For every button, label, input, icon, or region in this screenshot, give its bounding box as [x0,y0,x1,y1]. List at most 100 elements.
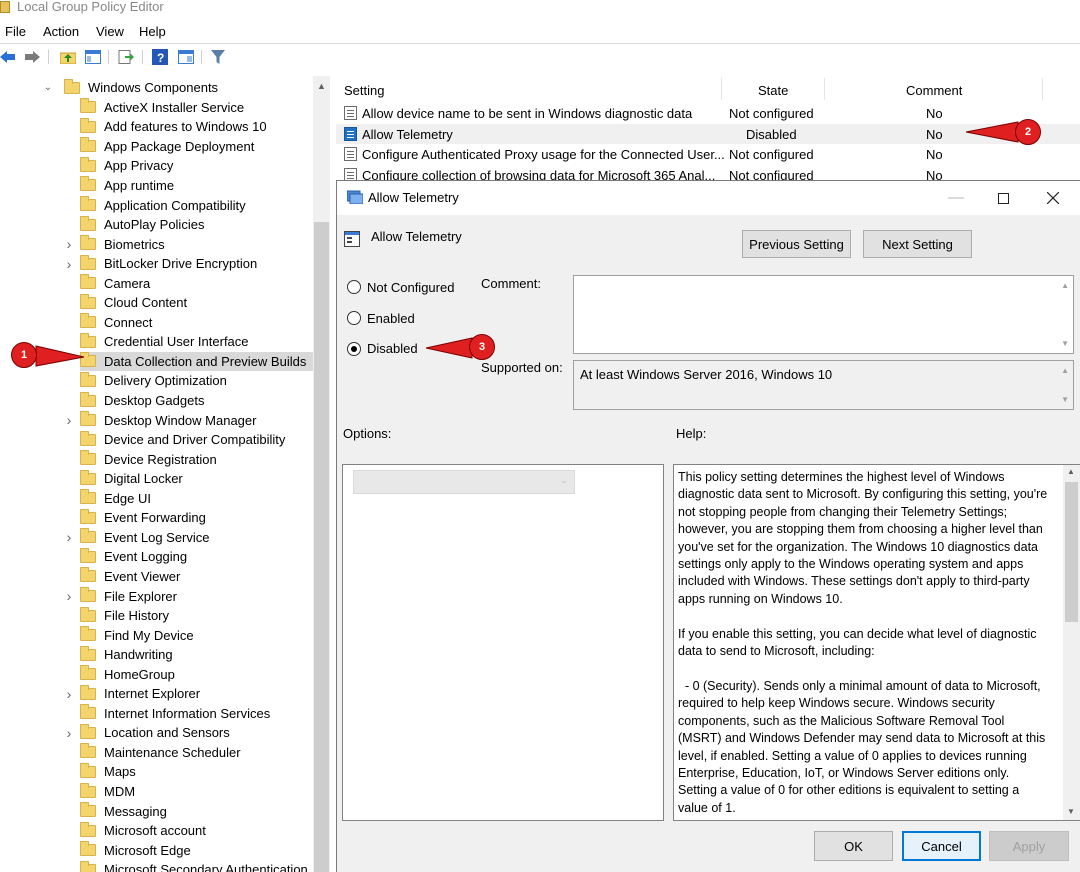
menu-action[interactable]: Action [43,24,79,39]
chevron-down-icon[interactable]: ⌄ [43,82,53,93]
tree-item-app-package-deployment[interactable]: App Package Deployment [80,137,313,157]
setting-row[interactable]: Allow Telemetry Disabled No [336,123,1080,145]
help-scrollbar[interactable]: ▲ ▼ [1063,465,1080,820]
tree-item-maintenance-scheduler[interactable]: Maintenance Scheduler [80,743,313,763]
back-icon[interactable] [0,49,16,65]
window-title: Local Group Policy Editor [17,0,164,14]
tree-item-microsoft-secondary-authentication[interactable]: Microsoft Secondary Authentication [80,860,313,872]
tree-item-file-explorer[interactable]: › File Explorer [67,586,313,606]
tree-item-edge-ui[interactable]: Edge UI [80,489,313,509]
tree-item-desktop-gadgets[interactable]: Desktop Gadgets [80,391,313,411]
tree-scrollbar-thumb[interactable] [314,222,329,872]
chevron-right-icon[interactable]: › [64,529,74,545]
tree-item-device-and-driver-compatibility[interactable]: Device and Driver Compatibility [80,430,313,450]
tree-item-camera[interactable]: Camera [80,273,313,293]
tree-item-biometrics[interactable]: › Biometrics [67,234,313,254]
tree-item-microsoft-edge[interactable]: Microsoft Edge [80,840,313,860]
radio-not-configured-label[interactable]: Not Configured [367,280,454,295]
telemetry-level-dropdown[interactable]: ⌄ [353,470,575,494]
column-divider[interactable] [1042,78,1043,100]
chevron-right-icon[interactable]: › [64,236,74,252]
tree-item-delivery-optimization[interactable]: Delivery Optimization [80,371,313,391]
filter-icon[interactable] [210,49,226,65]
radio-enabled[interactable] [347,311,361,325]
properties-icon[interactable] [178,49,194,65]
chevron-right-icon[interactable]: › [64,588,74,604]
tree-item-event-logging[interactable]: Event Logging [80,547,313,567]
scroll-up-arrow-icon[interactable]: ▲ [1061,281,1069,290]
scroll-down-arrow-icon[interactable]: ▼ [1061,339,1069,348]
tree-item-mdm[interactable]: MDM [80,782,313,802]
tree-item-device-registration[interactable]: Device Registration [80,449,313,469]
tree-item-windows-components[interactable]: ⌄ Windows Components [0,78,313,98]
scroll-up-arrow-icon[interactable]: ▲ [1061,366,1069,375]
help-scrollbar-thumb[interactable] [1065,482,1078,622]
tree-item-label: HomeGroup [104,666,175,682]
column-header-setting[interactable]: Setting [344,83,384,98]
show-hide-tree-icon[interactable] [85,49,101,65]
comment-field[interactable]: ▲ ▼ [573,275,1074,354]
forward-icon[interactable] [24,49,40,65]
radio-enabled-label[interactable]: Enabled [367,311,415,326]
radio-not-configured[interactable] [347,280,361,294]
tree-item-messaging[interactable]: Messaging [80,801,313,821]
tree-item-maps[interactable]: Maps [80,762,313,782]
tree-item-file-history[interactable]: File History [80,606,313,626]
tree-item-event-forwarding[interactable]: Event Forwarding [80,508,313,528]
minimize-button[interactable]: — [933,181,979,215]
tree-item-add-features-to-windows-10[interactable]: Add features to Windows 10 [80,117,313,137]
tree-item-desktop-window-manager[interactable]: › Desktop Window Manager [67,410,313,430]
tree-item-digital-locker[interactable]: Digital Locker [80,469,313,489]
tree-item-data-collection-and-preview-builds[interactable]: Data Collection and Preview Builds [80,351,313,372]
menu-help[interactable]: Help [139,24,166,39]
chevron-right-icon[interactable]: › [64,412,74,428]
setting-row[interactable]: Configure Authenticated Proxy usage for … [336,144,1080,165]
previous-setting-button[interactable]: Previous Setting [742,230,851,258]
scroll-down-arrow-icon[interactable]: ▼ [1061,395,1069,404]
tree-item-find-my-device[interactable]: Find My Device [80,625,313,645]
column-divider[interactable] [721,78,722,100]
chevron-right-icon[interactable]: › [64,725,74,741]
tree-item-credential-user-interface[interactable]: Credential User Interface [80,332,313,352]
help-icon[interactable]: ? [152,49,168,65]
scroll-up-arrow-icon[interactable]: ▲ [1067,467,1075,476]
tree-item-event-viewer[interactable]: Event Viewer [80,567,313,587]
tree-item-autoplay-policies[interactable]: AutoPlay Policies [80,215,313,235]
tree-item-location-and-sensors[interactable]: › Location and Sensors [67,723,313,743]
apply-button[interactable]: Apply [989,831,1069,861]
tree-item-activex-installer-service[interactable]: ActiveX Installer Service [80,98,313,118]
tree-item-event-log-service[interactable]: › Event Log Service [67,528,313,548]
menu-file[interactable]: File [5,24,26,39]
ok-button[interactable]: OK [814,831,893,861]
scroll-up-arrow-icon[interactable]: ▲ [313,78,330,95]
tree-item-internet-information-services[interactable]: Internet Information Services [80,704,313,724]
setting-row[interactable]: Allow device name to be sent in Windows … [336,103,1080,124]
menu-view[interactable]: View [96,24,124,39]
tree-item-connect[interactable]: Connect [80,313,313,333]
tree-item-cloud-content[interactable]: Cloud Content [80,293,313,313]
column-divider[interactable] [824,78,825,100]
setting-row[interactable]: Configure collection of browsing data fo… [336,165,1080,181]
tree-item-bitlocker-drive-encryption[interactable]: › BitLocker Drive Encryption [67,254,313,274]
maximize-button[interactable] [980,181,1026,215]
next-setting-button[interactable]: Next Setting [863,230,972,258]
up-folder-icon[interactable] [60,49,76,65]
export-list-icon[interactable] [118,49,134,65]
scroll-down-arrow-icon[interactable]: ▼ [1067,807,1075,816]
chevron-right-icon[interactable]: › [64,256,74,272]
radio-disabled[interactable] [347,342,361,356]
tree-item-app-privacy[interactable]: App Privacy [80,156,313,176]
close-button[interactable] [1030,181,1076,215]
tree-item-application-compatibility[interactable]: Application Compatibility [80,195,313,215]
chevron-right-icon[interactable]: › [64,686,74,702]
cancel-button[interactable]: Cancel [902,831,981,861]
tree-item-internet-explorer[interactable]: › Internet Explorer [67,684,313,704]
tree-item-microsoft-account[interactable]: Microsoft account [80,821,313,841]
tree-item-homegroup[interactable]: HomeGroup [80,664,313,684]
column-header-state[interactable]: State [758,83,788,98]
tree-scrollbar[interactable]: ▲ [313,76,330,872]
radio-disabled-label[interactable]: Disabled [367,341,418,356]
tree-item-handwriting[interactable]: Handwriting [80,645,313,665]
tree-item-app-runtime[interactable]: App runtime [80,176,313,196]
column-header-comment[interactable]: Comment [906,83,962,98]
